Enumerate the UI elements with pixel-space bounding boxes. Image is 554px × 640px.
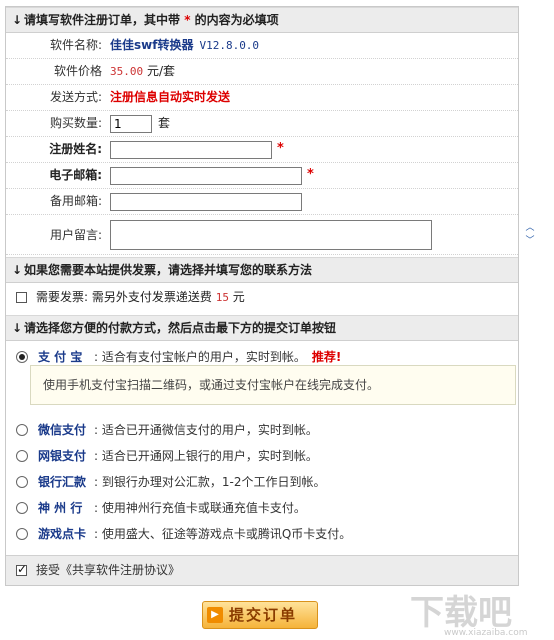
- scroll-up-icon[interactable]: ︿: [523, 222, 537, 235]
- alt-email-label: 备用邮箱:: [49, 194, 102, 208]
- alt-email-row: 备用邮箱:: [6, 189, 518, 215]
- price-value-wrap: 35.00 元/套: [110, 59, 175, 84]
- invoice-row: 需要发票: 需另外支付发票递送费 15 元: [6, 284, 518, 310]
- bank-transfer-radio[interactable]: [16, 476, 28, 488]
- game-card-name: 游戏点卡: [38, 527, 87, 541]
- invoice-checkbox[interactable]: [16, 292, 27, 303]
- required-star-icon: *: [184, 13, 191, 27]
- netbank-radio[interactable]: [16, 450, 28, 462]
- game-card-desc: : 使用盛大、征途等游戏点卡或腾讯Q币卡支付。: [94, 527, 352, 541]
- price-row: 软件价格 35.00 元/套: [6, 59, 518, 85]
- wechat-name: 微信支付: [38, 423, 87, 437]
- invoice-unit: 元: [232, 290, 245, 304]
- payment-option-bank-transfer[interactable]: 银行汇款 : 到银行办理对公汇款，1-2个工作日到帐。: [6, 469, 518, 495]
- email-row: 电子邮箱: *: [6, 163, 518, 189]
- price-value: 35.00: [110, 65, 144, 78]
- shenzhouxing-desc: : 使用神州行充值卡或联通充值卡支付。: [94, 501, 306, 515]
- software-name-row: 软件名称: 佳佳swf转换器 V12.8.0.0: [6, 33, 518, 59]
- quantity-input[interactable]: [110, 115, 152, 133]
- software-version: V12.8.0.0: [199, 39, 260, 52]
- invoice-section-header: ↓ 如果您需要本站提供发票，请选择并填写您的联系方法: [6, 257, 518, 283]
- quantity-label: 购买数量:: [49, 116, 102, 130]
- message-label: 用户留言:: [49, 228, 102, 242]
- wechat-radio[interactable]: [16, 424, 28, 436]
- netbank-name: 网银支付: [38, 449, 87, 463]
- software-name-value: 佳佳swf转换器 V12.8.0.0: [110, 33, 259, 58]
- shenzhouxing-radio[interactable]: [16, 502, 28, 514]
- submit-arrow-icon: ▶: [207, 607, 223, 623]
- order-form-panel: ↓ 请填写软件注册订单，其中带 * 的内容为必填项 软件名称: 佳佳swf转换器 V…: [5, 6, 535, 586]
- order-section-title-prefix: 请填写软件注册订单，其中带: [24, 13, 181, 27]
- ship-method-label: 发送方式:: [49, 90, 102, 104]
- order-section-title-suffix: 的内容为必填项: [194, 13, 279, 27]
- alt-email-input[interactable]: [110, 193, 302, 211]
- alipay-radio[interactable]: [16, 351, 28, 363]
- alipay-hint-text: 使用手机支付宝扫描二维码，或通过支付宝帐户在线完成支付。: [43, 378, 380, 392]
- invoice-label: 需要发票:: [36, 290, 89, 304]
- invoice-desc: 需另外支付发票递送费: [91, 290, 212, 304]
- invoice-section-title: 如果您需要本站提供发票，请选择并填写您的联系方法: [24, 263, 313, 277]
- agreement-checkbox[interactable]: [16, 562, 27, 576]
- payment-option-shenzhouxing[interactable]: 神 州 行 : 使用神州行充值卡或联通充值卡支付。: [6, 495, 518, 521]
- name-row: 注册姓名: *: [6, 137, 518, 163]
- down-arrow-icon: ↓: [12, 13, 23, 27]
- scroll-down-icon[interactable]: ﹀: [523, 235, 537, 248]
- agreement-label[interactable]: 接受《共享软件注册协议》: [36, 556, 180, 584]
- message-textarea[interactable]: ︿ ﹀: [110, 220, 535, 250]
- invoice-fee: 15: [215, 291, 229, 304]
- email-required-mark: *: [307, 167, 314, 182]
- alipay-hint-box: 使用手机支付宝扫描二维码，或通过支付宝帐户在线完成支付。: [30, 365, 516, 405]
- quantity-unit: 套: [158, 116, 171, 130]
- textarea-scroll-arrows[interactable]: ︿ ﹀: [523, 222, 537, 250]
- payment-option-wechat[interactable]: 微信支付 : 适合已开通微信支付的用户，实时到帐。: [6, 417, 518, 443]
- ship-method-value: 注册信息自动实时发送: [110, 90, 231, 104]
- watermark-url: www.xiazaiba.com: [444, 628, 528, 638]
- down-arrow-icon: ↓: [12, 263, 23, 277]
- email-label: 电子邮箱:: [49, 168, 102, 182]
- alipay-desc-text: : 适合有支付宝帐户的用户，实时到帐。: [94, 350, 306, 364]
- name-input[interactable]: [110, 141, 272, 159]
- agreement-bar: 接受《共享软件注册协议》: [6, 555, 518, 585]
- wechat-desc: : 适合已开通微信支付的用户，实时到帐。: [94, 423, 318, 437]
- recommend-badge: 推荐!: [311, 350, 342, 364]
- price-label: 软件价格: [53, 64, 102, 78]
- payment-section-header: ↓ 请选择您方便的付款方式，然后点击最下方的提交订单按钮: [6, 315, 518, 341]
- bank-transfer-name: 银行汇款: [38, 475, 87, 489]
- name-required-mark: *: [277, 141, 284, 156]
- order-section-header: ↓ 请填写软件注册订单，其中带 * 的内容为必填项: [6, 7, 518, 33]
- submit-order-button[interactable]: ▶ 提交订单: [202, 601, 318, 629]
- payment-option-netbank[interactable]: 网银支付 : 适合已开通网上银行的用户，实时到帐。: [6, 443, 518, 469]
- name-label: 注册姓名:: [49, 142, 102, 156]
- shenzhouxing-name: 神 州 行: [38, 501, 83, 515]
- bank-transfer-desc: : 到银行办理对公汇款，1-2个工作日到帐。: [94, 475, 326, 489]
- ship-method-row: 发送方式: 注册信息自动实时发送: [6, 85, 518, 111]
- quantity-row: 购买数量: 套: [6, 111, 518, 137]
- price-unit: 元/套: [146, 64, 175, 78]
- software-name: 佳佳swf转换器: [110, 38, 194, 52]
- netbank-desc: : 适合已开通网上银行的用户，实时到帐。: [94, 449, 318, 463]
- down-arrow-icon: ↓: [12, 321, 23, 335]
- email-input[interactable]: [110, 167, 302, 185]
- message-row: 用户留言: ︿ ﹀: [6, 215, 535, 255]
- software-name-label: 软件名称:: [49, 38, 102, 52]
- invoice-text: 需要发票: 需另外支付发票递送费 15 元: [36, 284, 245, 311]
- game-card-radio[interactable]: [16, 528, 28, 540]
- payment-section-title: 请选择您方便的付款方式，然后点击最下方的提交订单按钮: [24, 321, 337, 335]
- payment-option-game-card[interactable]: 游戏点卡 : 使用盛大、征途等游戏点卡或腾讯Q币卡支付。: [6, 521, 518, 547]
- submit-order-label: 提交订单: [229, 606, 298, 624]
